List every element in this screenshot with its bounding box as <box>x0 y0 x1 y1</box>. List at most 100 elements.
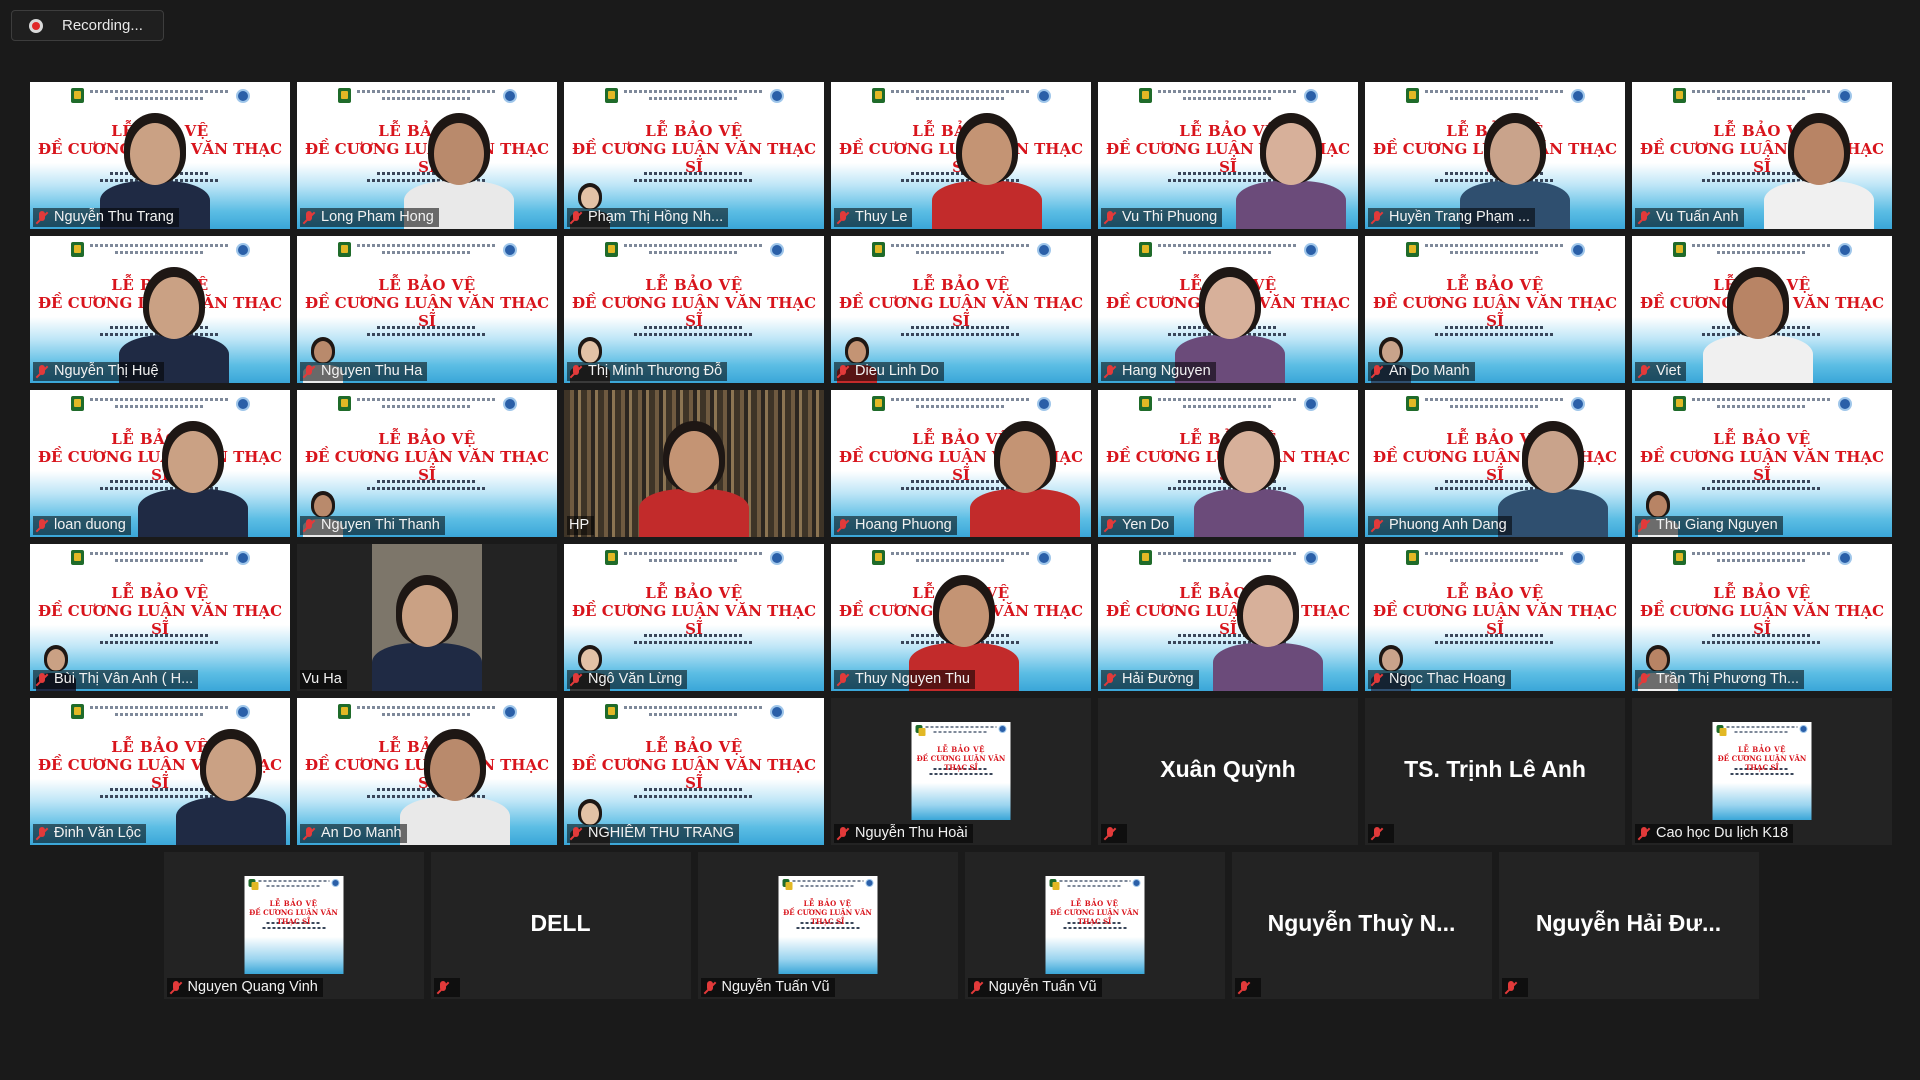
participant-name: Nguyễn Thu Hoài <box>834 824 973 843</box>
slide-title-line-2: ĐỀ CƯƠNG LUẬN VĂN THẠC SĨ <box>1050 908 1139 926</box>
participant-tile[interactable]: LỄ BẢO VỆ ĐỀ CƯƠNG LUẬN VĂN THẠC SĨ Vu Thi… <box>1098 82 1358 229</box>
slide-title-line-2: ĐỀ CƯƠNG LUẬN VĂN THẠC SĨ <box>571 294 817 330</box>
participant-name: Viet <box>1635 362 1686 381</box>
participant-tile[interactable]: LỄ BẢO VỆ ĐỀ CƯƠNG LUẬN VĂN THẠC SĨ Cao họ… <box>1632 698 1892 845</box>
participant-tile[interactable]: LỄ BẢO VỆĐỀ CƯƠNG LUẬN VĂN THẠC SĨHuyền … <box>1365 82 1625 229</box>
participant-tile[interactable]: LỄ BẢO VỆ ĐỀ CƯƠNG LUẬN VĂN THẠC SĨ Thu Gi… <box>1632 390 1892 537</box>
university-logo-icon <box>605 242 618 257</box>
participant-name-text: Vu Tuấn Anh <box>1656 209 1739 225</box>
participant-tile[interactable]: LỄ BẢO VỆ ĐỀ CƯƠNG LUẬN VĂN THẠC SĨ Bùi Th… <box>30 544 290 691</box>
university-logo-icon <box>1406 242 1419 257</box>
participant-tile[interactable]: LỄ BẢO VỆĐỀ CƯƠNG LUẬN VĂN THẠC SĨYen Do <box>1098 390 1358 537</box>
participant-name-text: Nguyễn Tuấn Vũ <box>721 979 830 995</box>
participant-name: Nguyễn Thị Huệ <box>33 362 164 381</box>
participant-tile[interactable]: LỄ BẢO VỆĐỀ CƯƠNG LUẬN VĂN THẠC SĨHang N… <box>1098 236 1358 383</box>
participant-tile[interactable]: LỄ BẢO VỆ ĐỀ CƯƠNG LUẬN VĂN THẠC SĨ Nguyen… <box>163 852 424 999</box>
participant-tile[interactable]: DELL <box>430 852 691 999</box>
mic-muted-icon <box>569 672 583 687</box>
slide-title-line-1: LỄ BẢO VỆ <box>1446 584 1544 602</box>
participant-name: Đinh Văn Lộc <box>33 824 147 843</box>
participant-tile[interactable]: Xuân Quỳnh <box>1098 698 1358 845</box>
participant-tile[interactable]: LỄ BẢO VỆĐỀ CƯƠNG LUẬN VĂN THẠC SĨ Nguyễn… <box>831 698 1091 845</box>
slide-thumbnail: LỄ BẢO VỆ ĐỀ CƯƠNG LUẬN VĂN THẠC SĨ <box>911 722 1011 820</box>
slide-text-line <box>796 927 859 929</box>
participant-tile[interactable]: LỄ BẢO VỆ ĐỀ CƯƠNG LUẬN VĂN THẠC SĨ Vu Tuấ… <box>1632 82 1892 229</box>
participant-tile[interactable]: LỄ BẢO VỆ ĐỀ CƯƠNG LUẬN VĂN THẠC SĨ NGHIÊM… <box>564 698 824 845</box>
participant-tile[interactable]: Vu Ha <box>297 544 557 691</box>
participant-tile[interactable]: Nguyễn Hải Đư... <box>1498 852 1759 999</box>
participant-name-text: Thu Giang Nguyen <box>1656 517 1778 533</box>
slide-title-line-2: ĐỀ CƯƠNG LUẬN VĂN THẠC SĨ <box>37 602 283 638</box>
participant-tile[interactable]: LỄ BẢO VỆ ĐỀ CƯƠNG LUẬN VĂN THẠC SĨ Hải Đư… <box>1098 544 1358 691</box>
participant-name-text: Thuy Nguyen Thu <box>855 671 970 687</box>
slide-title-line-2: ĐỀ CƯƠNG LUẬN VĂN THẠC SĨ <box>571 602 817 638</box>
participant-tile[interactable]: LỄ BẢO VỆ ĐỀ CƯƠNG LUẬN VĂN THẠC SĨ Long P… <box>297 82 557 229</box>
participant-tile[interactable]: LỄ BẢO VỆĐỀ CƯƠNG LUẬN VĂN THẠC SĨNguyễn… <box>697 852 958 999</box>
university-logo-icon <box>71 242 84 257</box>
camera-feed <box>372 544 482 691</box>
mic-muted-icon <box>35 364 49 379</box>
slide-text-line <box>357 398 497 401</box>
participant-name <box>1234 978 1261 997</box>
recording-indicator[interactable]: Recording... <box>11 10 164 41</box>
slide-title-line-1: LỄ BẢO VỆ <box>1713 584 1811 602</box>
participant-tile[interactable]: LỄ BẢO VỆ ĐỀ CƯƠNG LUẬN VĂN THẠC SĨ loan d… <box>30 390 290 537</box>
participant-name: Hoang Phuong <box>834 516 957 535</box>
mic-muted-icon <box>836 210 850 225</box>
university-logo-icon <box>770 551 784 565</box>
slide-text-line <box>800 885 855 887</box>
slide-text-line <box>90 706 230 709</box>
participant-tile[interactable]: LỄ BẢO VỆĐỀ CƯƠNG LUẬN VĂN THẠC SĨThuy N… <box>831 544 1091 691</box>
participant-tile[interactable]: HP <box>564 390 824 537</box>
participant-video <box>400 725 510 845</box>
participant-tile[interactable]: LỄ BẢO VỆĐỀ CƯƠNG LUẬN VĂN THẠC SĨThuy L… <box>831 82 1091 229</box>
participant-name: Phạm Thị Hồng Nh... <box>567 208 729 227</box>
slide-text-line <box>1730 773 1794 775</box>
participant-tile[interactable]: TS. Trịnh Lê Anh <box>1365 698 1625 845</box>
participant-tile[interactable]: LỄ BẢO VỆ ĐỀ CƯƠNG LUẬN VĂN THẠC SĨ Nguyen… <box>297 390 557 537</box>
participant-tile[interactable]: LỄ BẢO VỆĐỀ CƯƠNG LUẬN VĂN THẠC SĨAn Do … <box>297 698 557 845</box>
mic-muted-icon <box>1103 518 1117 533</box>
participant-tile[interactable]: LỄ BẢO VỆ ĐỀ CƯƠNG LUẬN VĂN THẠC SĨ Thị Mi… <box>564 236 824 383</box>
participant-name: Ngoc Thac Hoang <box>1368 670 1511 689</box>
university-logo-icon <box>1139 242 1152 257</box>
participant-name-text: Cao học Du lịch K18 <box>1656 825 1789 841</box>
participant-name: NGHIÊM THU TRANG <box>567 824 740 843</box>
participant-tile[interactable]: LỄ BẢO VỆĐỀ CƯƠNG LUẬN VĂN THẠC SĨAn Do … <box>1365 236 1625 383</box>
participant-display-name: Nguyễn Hải Đư... <box>1535 910 1722 936</box>
slide-text-line <box>382 405 472 408</box>
participant-display-name: Xuân Quỳnh <box>1160 756 1296 782</box>
participant-tile[interactable]: LỄ BẢO VỆĐỀ CƯƠNG LUẬN VĂN THẠC SĨNguyễn… <box>30 82 290 229</box>
slide-text-line <box>115 251 205 254</box>
participant-tile[interactable]: LỄ BẢO VỆ ĐỀ CƯƠNG LUẬN VĂN THẠC SĨ Hoang … <box>831 390 1091 537</box>
slide-title-line-2: ĐỀ CƯƠNG LUẬN VĂN THẠC SĨ <box>1372 602 1618 638</box>
mic-muted-icon <box>1103 364 1117 379</box>
mic-muted-icon <box>1637 364 1651 379</box>
participant-tile[interactable]: LỄ BẢO VỆĐỀ CƯƠNG LUẬN VĂN THẠC SĨNguyễn… <box>964 852 1225 999</box>
university-logo-icon <box>770 705 784 719</box>
slide-text-line <box>933 731 989 733</box>
slide-title-line-2: ĐỀ CƯƠNG LUẬN VĂN THẠC SĨ <box>1372 294 1618 330</box>
participant-tile[interactable]: LỄ BẢO VỆ ĐỀ CƯƠNG LUẬN VĂN THẠC SĨ Đinh V… <box>30 698 290 845</box>
participant-tile[interactable]: LỄ BẢO VỆ ĐỀ CƯƠNG LUẬN VĂN THẠC SĨ Trần T… <box>1632 544 1892 691</box>
participant-tile[interactable]: LỄ BẢO VỆ ĐỀ CƯƠNG LUẬN VĂN THẠC SĨ Ngô Vă… <box>564 544 824 691</box>
participant-name-text: Ngô Văn Lừng <box>588 671 683 687</box>
university-logo-icon <box>71 704 84 719</box>
participant-name: Thị Minh Thương Đỗ <box>567 362 728 381</box>
participant-tile[interactable]: LỄ BẢO VỆ ĐỀ CƯƠNG LUẬN VĂN THẠC SĨ Ngoc T… <box>1365 544 1625 691</box>
participant-name: Nguyen Quang Vinh <box>166 978 323 997</box>
participant-tile[interactable]: LỄ BẢO VỆ ĐỀ CƯƠNG LUẬN VĂN THẠC SĨ Nguyen… <box>297 236 557 383</box>
participant-tile[interactable]: LỄ BẢO VỆ ĐỀ CƯƠNG LUẬN VĂN THẠC SĨ Phuong… <box>1365 390 1625 537</box>
participant-video <box>1194 417 1304 537</box>
participant-tile[interactable]: LỄ BẢO VỆ ĐỀ CƯƠNG LUẬN VĂN THẠC SĨ Phạm T… <box>564 82 824 229</box>
university-logo-icon <box>236 89 250 103</box>
mic-muted-icon <box>1370 518 1384 533</box>
participant-tile[interactable]: LỄ BẢO VỆĐỀ CƯƠNG LUẬN VĂN THẠC SĨNguyễn… <box>30 236 290 383</box>
slide-text-line <box>1158 90 1298 93</box>
mic-muted-icon <box>1103 210 1117 225</box>
participant-name-text: Đinh Văn Lộc <box>54 825 142 841</box>
participant-tile[interactable]: LỄ BẢO VỆ ĐỀ CƯƠNG LUẬN VĂN THẠC SĨ Dieu L… <box>831 236 1091 383</box>
participant-name-text: Nguyễn Thị Huệ <box>54 363 159 379</box>
participant-tile[interactable]: Nguyễn Thuỳ N... <box>1231 852 1492 999</box>
participant-tile[interactable]: LỄ BẢO VỆĐỀ CƯƠNG LUẬN VĂN THẠC SĨViet <box>1632 236 1892 383</box>
